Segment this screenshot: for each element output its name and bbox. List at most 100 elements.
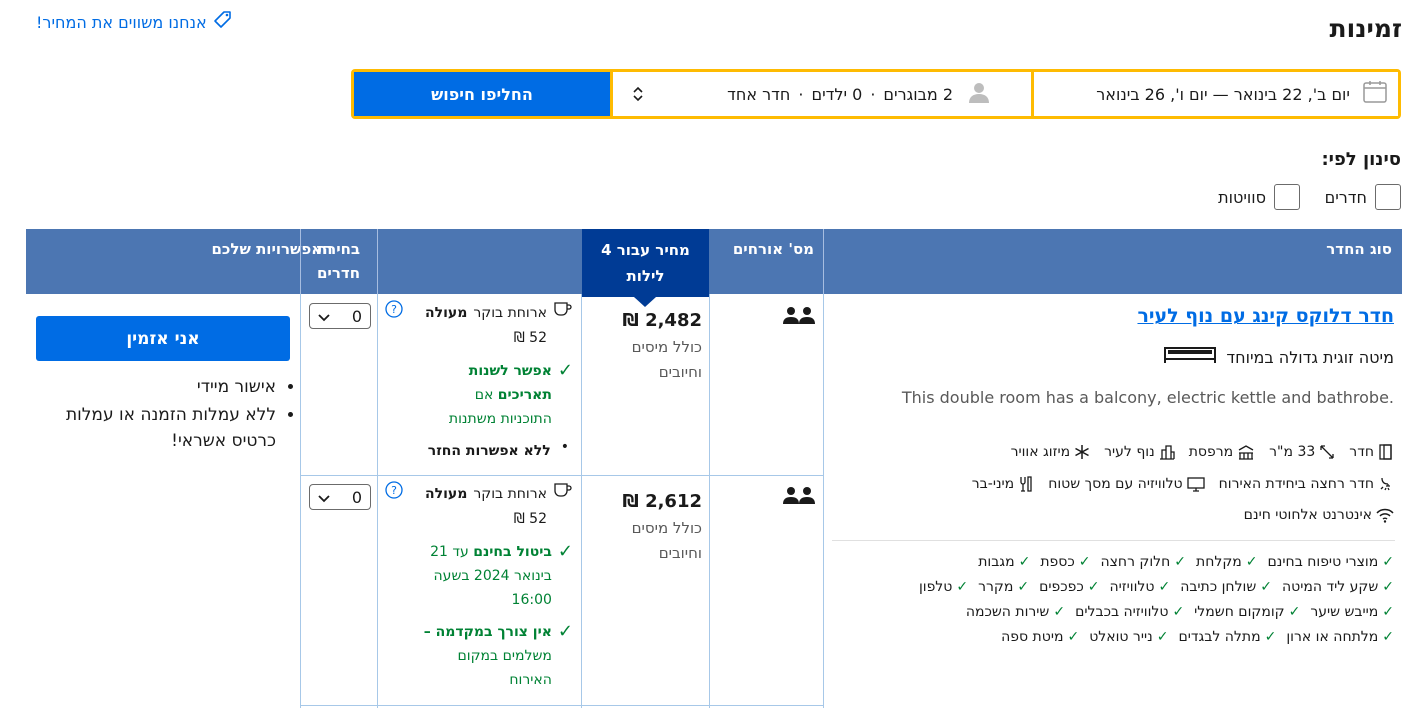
check-icon: ✓ (557, 541, 573, 562)
flex-dates: ✓ אפשר לשנות תאריכים אם התוכניות משתנות (385, 359, 573, 431)
room-name-link[interactable]: חדר דלוקס קינג עם נוף לעיר (1137, 305, 1394, 327)
check-icon: ✓ (1245, 554, 1258, 570)
table-header: סוג החדר מס' אורחים האפשרויות שלכם בחירת… (26, 229, 1402, 294)
check-icon: ✓ (1087, 579, 1100, 595)
suites-checkbox[interactable] (1274, 184, 1300, 210)
check-icon: ✓ (1158, 579, 1171, 595)
person-icon (967, 80, 991, 108)
bath-icon (1380, 477, 1390, 491)
size-icon (1320, 445, 1334, 459)
amenity: ✓ שירות השכמה (965, 604, 1066, 620)
sort-arrow (634, 297, 656, 307)
amenity: ✓ מלתחה או ארון (1286, 629, 1394, 645)
bed-icon (1164, 346, 1217, 368)
adults-count: 2 מבוגרים (883, 84, 953, 104)
rooms-checkbox[interactable] (1375, 184, 1401, 210)
info-icon[interactable]: ? (385, 481, 403, 507)
room-qty-select[interactable]: 0 (309, 303, 371, 329)
children-count: 0 ילדים (811, 84, 863, 104)
breakfast-line: ארוחת בוקר מעולה ? (385, 481, 573, 507)
check-icon: ✓ (1156, 629, 1169, 645)
info-icon[interactable]: ? (385, 300, 403, 326)
feature-ac: מיזוג אוויר (1011, 444, 1091, 460)
offer-price: 2,612 ₪ (622, 491, 702, 512)
breakfast-price: 52 ₪ (513, 330, 547, 346)
amenity: ✓ מקרר (978, 579, 1030, 595)
svg-text:?: ? (391, 303, 397, 316)
check-icon: ✓ (1017, 579, 1030, 595)
check-icon: ✓ (1053, 604, 1066, 620)
header-room-type: סוג החדר (1326, 240, 1392, 258)
date-range: יום ב', 22 בינואר — יום ו', 26 בינואר (1096, 84, 1350, 104)
benefit-item: אישור מיידי (38, 374, 276, 400)
guests-icon (782, 307, 816, 329)
room-description: This double room has a balcony, electric… (901, 388, 1394, 407)
chevron-down-icon (318, 488, 330, 507)
price-match-label: אנחנו משווים את המחיר! (36, 12, 207, 32)
amenities-row-1: ✓ מוצרי טיפוח בחינם ✓ מקלחת ✓ חלוק רחצה ✓ כס… (978, 554, 1394, 570)
coffee-icon (553, 482, 573, 506)
feature-tv: טלוויזיה עם מסך שטוח (1048, 476, 1205, 492)
chevron-updown-icon (631, 84, 645, 108)
amenity: ✓ מוצרי טיפוח בחינם (1267, 554, 1394, 570)
breakfast-line: ארוחת בוקר מעולה ? (385, 300, 573, 326)
chevron-down-icon (318, 307, 330, 326)
features-row-3: אינטרנט אלחוטי חינם (1244, 507, 1394, 523)
amenity: ✓ קומקום חשמלי (1194, 604, 1301, 620)
price-match-link[interactable]: אנחנו משווים את המחיר! (36, 10, 233, 34)
amenity: ✓ חלוק רחצה (1100, 554, 1187, 570)
amenity: ✓ כפכפים (1039, 579, 1100, 595)
offer-price: 2,482 ₪ (622, 310, 702, 331)
city-view-icon (1159, 445, 1175, 460)
offer-options: ארוחת בוקר מעולה ? 52 ₪ ✓ אפשר לשנות תאר… (385, 300, 573, 463)
check-icon: ✓ (1078, 554, 1091, 570)
check-icon: ✓ (1288, 604, 1301, 620)
check-icon: ✓ (557, 621, 573, 642)
check-icon: ✓ (1067, 629, 1080, 645)
amenities-row-2: ✓ שקע ליד המיטה ✓ שולחן כתיבה ✓ טלוויזיה ✓ כ… (919, 579, 1394, 595)
offer-options: ארוחת בוקר מעולה ? 52 ₪ ✓ ביטול בחינם עד… (385, 481, 573, 692)
amenity: ✓ מייבש שיער (1310, 604, 1394, 620)
feature-city-view: נוף לעיר (1104, 444, 1175, 460)
snowflake-icon (1075, 445, 1089, 459)
check-icon: ✓ (1260, 579, 1272, 595)
no-refund: • ללא אפשרות החזר (427, 439, 569, 459)
header-select-rooms: בחירת חדרים (316, 240, 361, 282)
benefit-item: ללא עמלות הזמנה או עמלות (38, 402, 276, 428)
filter-suites[interactable]: סוויטות (1218, 184, 1300, 210)
amenity: ✓ מיטת ספה (1001, 629, 1080, 645)
filter-rooms[interactable]: חדרים (1325, 184, 1401, 210)
room-qty-select[interactable]: 0 (309, 484, 371, 510)
guests-field[interactable]: 2 מבוגרים · 0 ילדים · חדר אחד (613, 72, 1031, 116)
amenity: ✓ כספת (1040, 554, 1091, 570)
rooms-count: חדר אחד (727, 84, 791, 104)
feature-room: חדר (1349, 444, 1394, 460)
feature-size: 33 מ"ר (1269, 444, 1335, 460)
check-icon: ✓ (956, 579, 969, 595)
room-icon (1379, 444, 1392, 460)
amenity: ✓ מקלחת (1196, 554, 1258, 570)
reserve-benefits: אישור מיידי ללא עמלות הזמנה או עמלות כרט… (38, 374, 298, 454)
date-field[interactable]: יום ב', 22 בינואר — יום ו', 26 בינואר (1034, 72, 1398, 116)
reserve-button[interactable]: אני אזמין (36, 316, 290, 361)
wifi-icon (1376, 508, 1394, 523)
search-bar: יום ב', 22 בינואר — יום ו', 26 בינואר 2 … (351, 69, 1401, 119)
filter-suites-label: סוויטות (1218, 187, 1266, 207)
header-price: מחיר עבור 4 לילות (582, 229, 709, 297)
change-search-button[interactable]: החליפו חיפוש (354, 72, 610, 116)
amenities-row-4: ✓ מלתחה או ארון ✓ מתלה לבגדים ✓ נייר טואלט … (1001, 629, 1394, 645)
check-icon: ✓ (1382, 554, 1394, 570)
amenity: ✓ מתלה לבגדים (1178, 629, 1277, 645)
features-row-2: חדר רחצה ביחידת האירוח טלוויזיה עם מסך ש… (972, 476, 1394, 492)
bed-info: מיטה זוגית גדולה במיוחד (1164, 346, 1394, 368)
check-icon: ✓ (1018, 554, 1031, 570)
feature-minibar: מיני-בר (972, 476, 1034, 492)
balcony-icon (1238, 445, 1254, 460)
free-cancel: ✓ ביטול בחינם עד 21 בינואר 2024 בשעה 16:… (385, 540, 573, 612)
no-prepayment: ✓ אין צורך במקדמה – משלמים במקום האירוח (385, 620, 573, 692)
filter-title: סינון לפי: (1321, 149, 1401, 170)
amenity: ✓ מגבות (978, 554, 1031, 570)
features-row-1: חדר 33 מ"ר מרפסת נוף לעיר מיזוג אוויר (1011, 444, 1394, 460)
tag-icon (213, 10, 233, 34)
amenity: ✓ טלוויזיה בכבלים (1075, 604, 1185, 620)
